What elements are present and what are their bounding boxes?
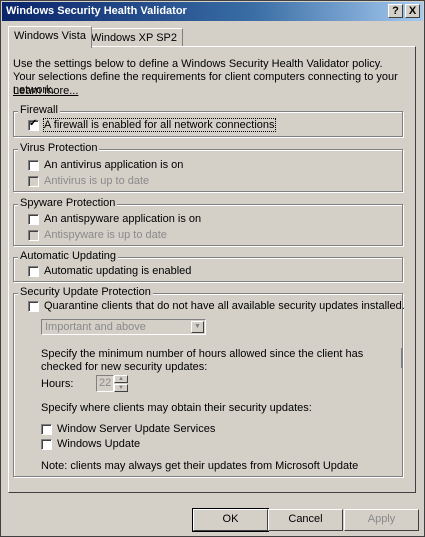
group-spyware-protection: Spyware Protection An antispyware applic… bbox=[13, 197, 403, 246]
severity-select[interactable]: Important and above ▼ bbox=[41, 319, 206, 335]
apply-label: Apply bbox=[367, 513, 396, 525]
tab-label: Windows XP SP2 bbox=[91, 32, 178, 44]
auto-update-checkbox[interactable]: Automatic updating is enabled bbox=[28, 265, 191, 277]
apply-button[interactable]: Apply bbox=[344, 509, 419, 531]
cancel-label: Cancel bbox=[288, 513, 323, 525]
antivirus-uptodate-checkbox[interactable]: Antivirus is up to date bbox=[28, 175, 149, 187]
hours-input[interactable]: 22 bbox=[96, 375, 114, 392]
firewall-checkbox-row[interactable]: A firewall is enabled for all network co… bbox=[28, 118, 276, 132]
dialog-window: Windows Security Health Validator ? X Wi… bbox=[0, 0, 425, 537]
learn-more-label: Learn more... bbox=[13, 85, 79, 97]
cancel-button[interactable]: Cancel bbox=[268, 509, 343, 531]
checkbox-box[interactable] bbox=[41, 423, 52, 435]
checkbox-label: Automatic updating is enabled bbox=[44, 265, 192, 277]
group-title: Automatic Updating bbox=[18, 250, 118, 262]
close-button[interactable]: X bbox=[405, 4, 420, 18]
tab-windows-vista[interactable]: Windows Vista bbox=[8, 26, 92, 48]
antispyware-uptodate-checkbox[interactable]: Antispyware is up to date bbox=[28, 229, 167, 241]
chevron-down-icon[interactable]: ▼ bbox=[114, 384, 128, 392]
group-security-update-protection: Security Update Protection Quarantine cl… bbox=[13, 286, 405, 477]
checkbox-box[interactable] bbox=[28, 265, 39, 277]
hours-description: Specify the minimum number of hours allo… bbox=[41, 348, 364, 373]
checkbox-box[interactable] bbox=[28, 229, 39, 241]
group-title: Virus Protection bbox=[18, 142, 100, 154]
sources-description: Specify where clients may obtain their s… bbox=[41, 402, 312, 414]
group-automatic-updating: Automatic Updating Automatic updating is… bbox=[13, 250, 403, 282]
checkbox-label: Antispyware is up to date bbox=[44, 229, 167, 241]
antispyware-on-checkbox[interactable]: An antispyware application is on bbox=[28, 213, 201, 225]
ok-label: OK bbox=[222, 513, 239, 525]
checkbox-box[interactable] bbox=[28, 175, 39, 187]
checkbox-label: An antivirus application is on bbox=[44, 159, 184, 171]
help-icon: ? bbox=[392, 5, 399, 17]
checkbox-box[interactable] bbox=[41, 438, 52, 450]
checkbox-label: A firewall is enabled for all network co… bbox=[43, 118, 276, 132]
group-title: Spyware Protection bbox=[18, 197, 118, 209]
checkbox-box[interactable] bbox=[28, 213, 39, 225]
antivirus-on-checkbox[interactable]: An antivirus application is on bbox=[28, 159, 183, 171]
learn-more-link[interactable]: Learn more... bbox=[13, 85, 78, 97]
help-button[interactable]: ? bbox=[388, 4, 403, 18]
ok-button[interactable]: OK bbox=[192, 508, 269, 532]
group-title: Security Update Protection bbox=[18, 286, 153, 298]
checkbox-label: Quarantine clients that do not have all … bbox=[44, 300, 405, 312]
checkbox-box[interactable] bbox=[28, 300, 39, 312]
chevron-up-icon[interactable]: ▲ bbox=[114, 375, 128, 383]
checkbox-label: An antispyware application is on bbox=[44, 213, 202, 225]
checkbox-label: Windows Update bbox=[57, 438, 141, 450]
group-title: Firewall bbox=[18, 104, 60, 116]
tab-label: Windows Vista bbox=[14, 30, 86, 42]
tab-windows-xp-sp2[interactable]: Windows XP SP2 bbox=[85, 28, 184, 48]
checkbox-label: Antivirus is up to date bbox=[44, 175, 150, 187]
hours-value: 22 bbox=[99, 377, 112, 389]
checkmark-icon[interactable] bbox=[28, 118, 39, 131]
group-virus-protection: Virus Protection An antivirus applicatio… bbox=[13, 142, 403, 192]
close-icon: X bbox=[408, 5, 417, 17]
chevron-down-icon[interactable]: ▼ bbox=[191, 321, 204, 333]
severity-select-value: Important and above bbox=[45, 321, 146, 333]
windows-update-checkbox[interactable]: Windows Update bbox=[41, 438, 140, 450]
update-note: Note: clients may always get their updat… bbox=[41, 460, 359, 472]
group-firewall: Firewall A firewall is enabled for all n… bbox=[13, 104, 403, 137]
scroll-indicator bbox=[401, 348, 403, 368]
quarantine-checkbox[interactable]: Quarantine clients that do not have all … bbox=[28, 300, 405, 312]
checkbox-label: Window Server Update Services bbox=[57, 423, 216, 435]
window-title: Windows Security Health Validator bbox=[6, 5, 187, 17]
wsus-checkbox[interactable]: Window Server Update Services bbox=[41, 423, 215, 435]
hours-label: Hours: bbox=[41, 378, 74, 390]
title-bar[interactable]: Windows Security Health Validator ? X bbox=[2, 2, 423, 21]
checkbox-box[interactable] bbox=[28, 159, 39, 171]
